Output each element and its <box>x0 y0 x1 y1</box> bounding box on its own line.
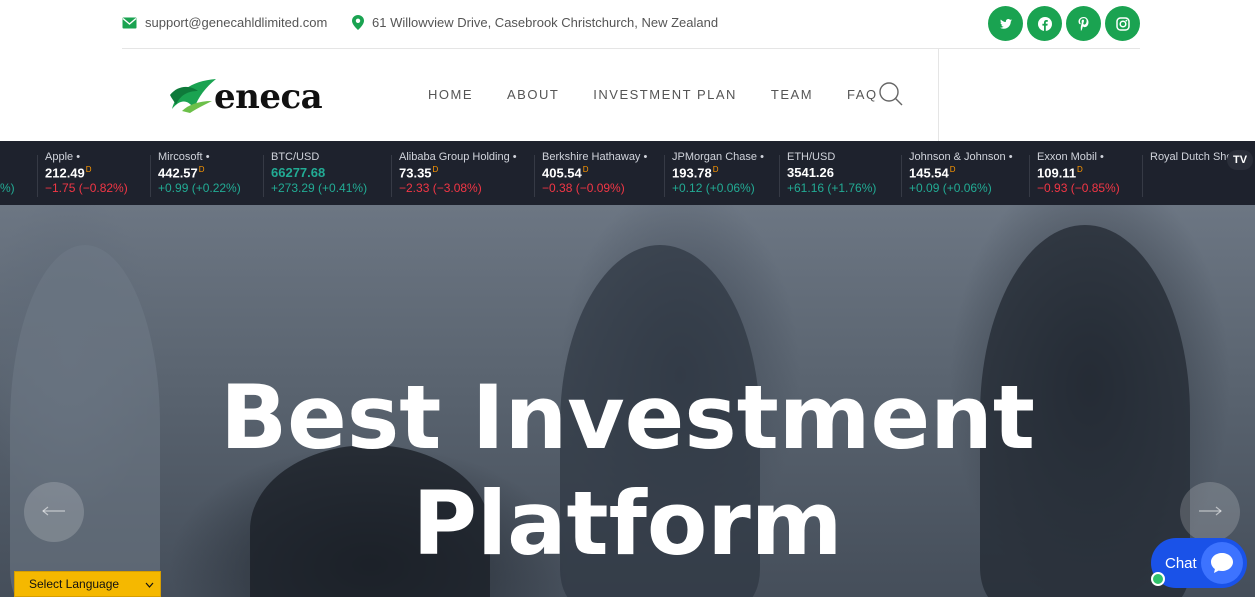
pinterest-icon[interactable] <box>1066 6 1101 41</box>
ticker-separator <box>534 155 535 197</box>
site-logo[interactable]: eneca <box>168 75 323 118</box>
nav-team[interactable]: TEAM <box>771 87 813 102</box>
ticker-item-berkshire[interactable]: Berkshire Hathaway • 405.54D −0.38 (−0.0… <box>542 151 647 199</box>
ticker-separator <box>1029 155 1030 197</box>
leaf-logo-icon <box>168 75 220 118</box>
header-divider <box>938 49 939 141</box>
ticker-item-exxon[interactable]: Exxon Mobil • 109.11D −0.93 (−0.85%) <box>1037 151 1120 199</box>
email-text: support@genecahldlimited.com <box>145 15 328 30</box>
envelope-icon <box>122 17 137 29</box>
ticker-item-jpmorgan[interactable]: JPMorgan Chase • 193.78D +0.12 (+0.06%) <box>672 151 764 199</box>
ticker-separator <box>37 155 38 197</box>
language-select-value: Select Language <box>29 577 120 591</box>
ticker-item-btc-usd[interactable]: BTC/USD 66277.68 +273.29 (+0.41%) <box>271 151 367 199</box>
chevron-down-icon <box>145 577 154 591</box>
online-status-dot <box>1151 572 1165 586</box>
address-contact: 61 Willowview Drive, Casebrook Christchu… <box>352 15 718 30</box>
ticker-item-royal-dutch[interactable]: Royal Dutch She <box>1150 151 1233 199</box>
arrow-left-icon <box>42 503 66 521</box>
ticker-separator <box>150 155 151 197</box>
nav-faq[interactable]: FAQ <box>847 87 878 102</box>
stock-ticker: %) Apple • 212.49D −1.75 (−0.82%) Mircos… <box>0 141 1255 205</box>
location-pin-icon <box>352 15 364 30</box>
ticker-separator <box>263 155 264 197</box>
email-contact[interactable]: support@genecahldlimited.com <box>122 15 327 30</box>
twitter-icon[interactable] <box>988 6 1023 41</box>
nav-investment-plan[interactable]: INVESTMENT PLAN <box>593 87 737 102</box>
main-nav: HOME ABOUT INVESTMENT PLAN TEAM FAQ <box>428 87 878 102</box>
slider-next-button[interactable] <box>1180 482 1240 542</box>
facebook-icon[interactable] <box>1027 6 1062 41</box>
hero-title: Best Investment Platform <box>220 366 1035 575</box>
ticker-item-eth-usd[interactable]: ETH/USD 3541.26 +61.16 (+1.76%) <box>787 151 876 199</box>
chat-label: Chat <box>1165 554 1197 572</box>
social-links <box>988 6 1140 41</box>
chat-widget-button[interactable]: Chat <box>1151 538 1247 588</box>
nav-about[interactable]: ABOUT <box>507 87 559 102</box>
search-icon[interactable] <box>878 81 904 112</box>
nav-home[interactable]: HOME <box>428 87 473 102</box>
ticker-item-microsoft[interactable]: Mircosoft • 442.57D +0.99 (+0.22%) <box>158 151 241 199</box>
ticker-separator <box>664 155 665 197</box>
slider-prev-button[interactable] <box>24 482 84 542</box>
tradingview-badge[interactable]: TV <box>1227 150 1253 170</box>
logo-wordmark: eneca <box>214 76 323 117</box>
ticker-item-johnson[interactable]: Johnson & Johnson • 145.54D +0.09 (+0.06… <box>909 151 1013 199</box>
ticker-item-apple[interactable]: Apple • 212.49D −1.75 (−0.82%) <box>45 151 128 199</box>
chat-bubble-icon <box>1201 542 1243 584</box>
instagram-icon[interactable] <box>1105 6 1140 41</box>
ticker-lead-fragment: %) <box>0 181 15 195</box>
main-header: eneca HOME ABOUT INVESTMENT PLAN TEAM FA… <box>0 49 1255 141</box>
ticker-item-alibaba[interactable]: Alibaba Group Holding • 73.35D −2.33 (−3… <box>399 151 517 199</box>
hero-slider: Best Investment Platform <box>0 205 1255 597</box>
ticker-separator <box>779 155 780 197</box>
address-text: 61 Willowview Drive, Casebrook Christchu… <box>372 15 719 30</box>
ticker-separator <box>1142 155 1143 197</box>
top-contact-bar: support@genecahldlimited.com 61 Willowvi… <box>0 0 1255 49</box>
language-select[interactable]: Select Language <box>14 571 161 597</box>
arrow-right-icon <box>1198 503 1222 521</box>
ticker-separator <box>901 155 902 197</box>
ticker-separator <box>391 155 392 197</box>
